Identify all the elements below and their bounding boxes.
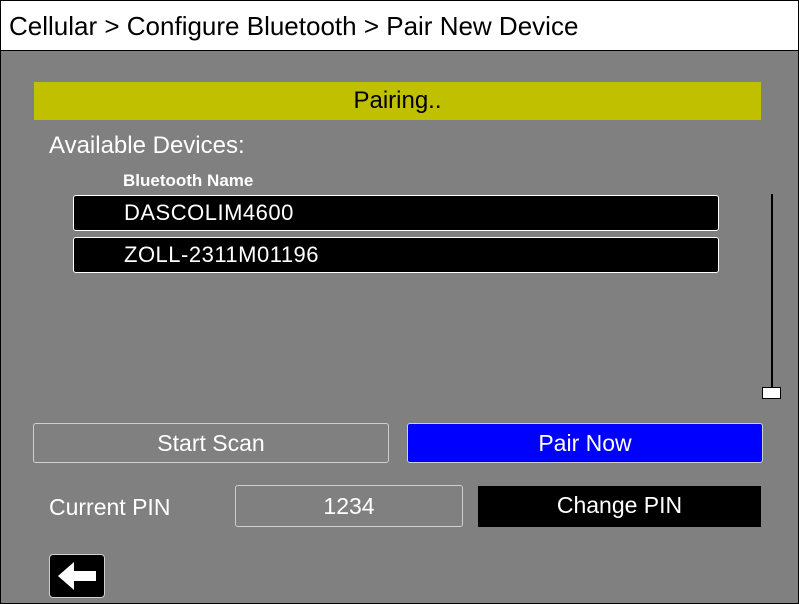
- scrollbar-thumb[interactable]: [762, 387, 781, 399]
- scrollbar-track[interactable]: [771, 194, 773, 387]
- device-list-item[interactable]: ZOLL-2311M01196: [73, 237, 719, 273]
- available-devices-label: Available Devices:: [49, 132, 245, 159]
- breadcrumb: Cellular > Configure Bluetooth > Pair Ne…: [1, 1, 798, 51]
- back-arrow-icon: [58, 562, 96, 590]
- pair-now-button[interactable]: Pair Now: [407, 423, 763, 463]
- current-pin-field: 1234: [235, 485, 463, 527]
- bluetooth-name-column-header: Bluetooth Name: [123, 171, 254, 190]
- screen-frame: Cellular > Configure Bluetooth > Pair Ne…: [0, 0, 799, 604]
- pairing-status-bar: Pairing..: [34, 82, 761, 120]
- change-pin-button[interactable]: Change PIN: [478, 486, 761, 527]
- device-list-item[interactable]: DASCOLIM4600: [73, 195, 719, 231]
- current-pin-label: Current PIN: [49, 494, 171, 520]
- back-button[interactable]: [49, 554, 105, 598]
- start-scan-button[interactable]: Start Scan: [33, 423, 389, 463]
